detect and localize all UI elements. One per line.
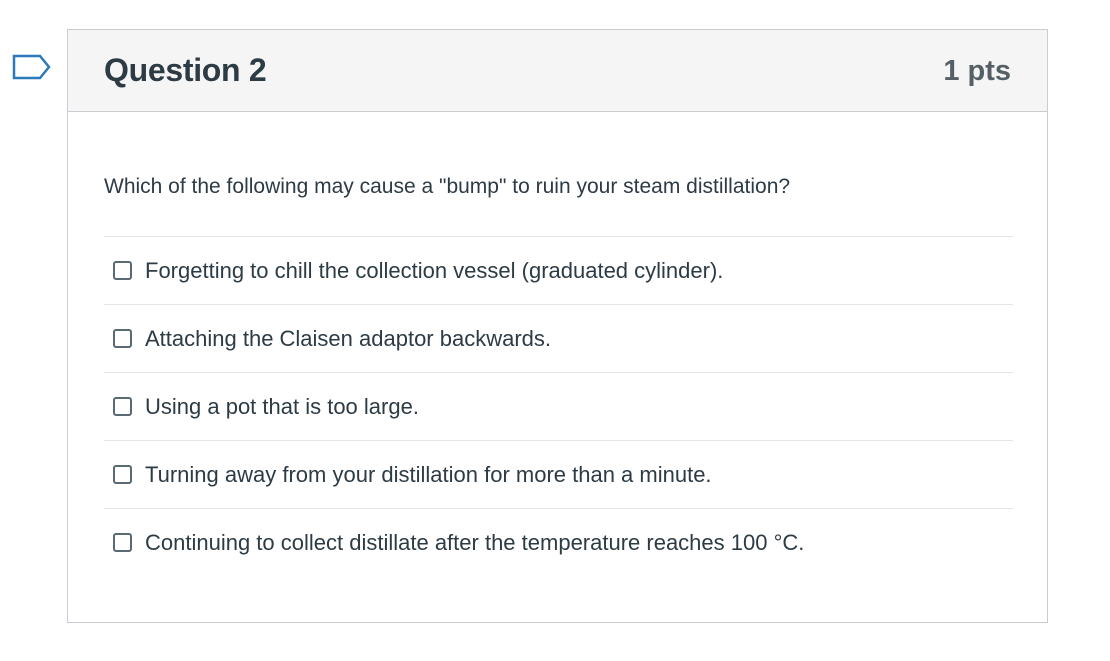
answer-checkbox[interactable] bbox=[113, 261, 132, 280]
question-text: Which of the following may cause a "bump… bbox=[104, 175, 791, 198]
answer-label[interactable]: Attaching the Claisen adaptor backwards. bbox=[145, 326, 551, 352]
answer-label[interactable]: Forgetting to chill the collection vesse… bbox=[145, 258, 723, 284]
question-title: Question 2 bbox=[104, 52, 267, 88]
question-card: Question 2 1 pts Which of the following … bbox=[67, 29, 1048, 623]
answer-checkbox[interactable] bbox=[113, 329, 132, 348]
question-points: 1 pts bbox=[943, 55, 1011, 87]
answer-checkbox[interactable] bbox=[113, 533, 132, 552]
answer-option[interactable]: Turning away from your distillation for … bbox=[104, 441, 1013, 509]
answer-option[interactable]: Continuing to collect distillate after t… bbox=[104, 509, 1013, 576]
answer-label[interactable]: Using a pot that is too large. bbox=[145, 394, 419, 420]
answer-option[interactable]: Forgetting to chill the collection vesse… bbox=[104, 237, 1013, 305]
question-header: Question 2 1 pts bbox=[68, 30, 1047, 112]
answer-option[interactable]: Using a pot that is too large. bbox=[104, 373, 1013, 441]
flag-question-icon[interactable] bbox=[12, 54, 52, 84]
answer-label[interactable]: Continuing to collect distillate after t… bbox=[145, 530, 804, 556]
question-body: Which of the following may cause a "bump… bbox=[104, 112, 1013, 576]
answer-label[interactable]: Turning away from your distillation for … bbox=[145, 462, 712, 488]
answer-checkbox[interactable] bbox=[113, 397, 132, 416]
answer-list: Forgetting to chill the collection vesse… bbox=[104, 236, 1013, 576]
answer-checkbox[interactable] bbox=[113, 465, 132, 484]
answer-option[interactable]: Attaching the Claisen adaptor backwards. bbox=[104, 305, 1013, 373]
